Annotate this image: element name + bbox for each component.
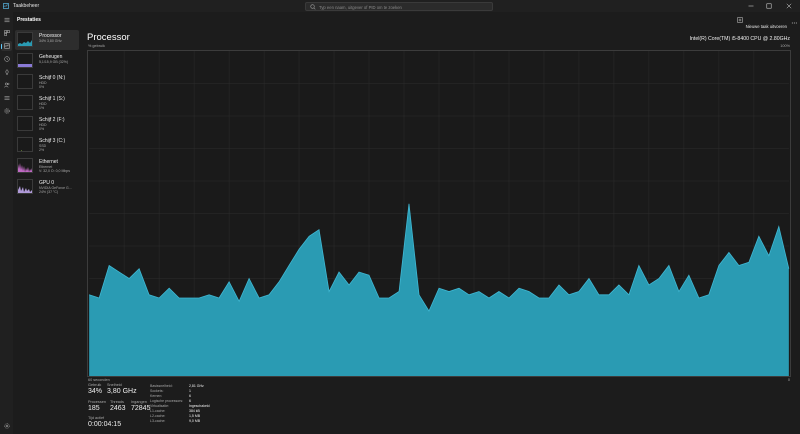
processes-value: 185 [88, 404, 100, 412]
perf-item-detail: 1% [39, 106, 45, 110]
detail-value: 9,0 MB [189, 419, 201, 423]
chart-y-label: % gebruik [88, 44, 105, 48]
thumbnail-graph [18, 117, 33, 131]
uptime-value: 0:00:04:15 [88, 420, 122, 428]
perf-item-detail: 24% (37 °C) [39, 190, 59, 194]
nav-details[interactable] [1, 93, 12, 103]
threads-value: 2463 [110, 404, 126, 412]
performance-list: Processor 34% 3,80 GHz Geheugen 5,1/15,9 GB… [13, 28, 81, 434]
perf-item[interactable]: Ethernet Ethernet V: 32,0 O: 0,0 Mbps [15, 156, 79, 176]
perf-item-thumbnail [17, 158, 33, 173]
perf-item-detail: 0% [39, 85, 45, 89]
perf-item-thumbnail [17, 74, 33, 89]
perf-item[interactable]: Geheugen 5,1/15,9 GB (32%) [15, 51, 79, 71]
threads-stat: Threads 2463 [110, 400, 126, 412]
page-title: Prestaties [17, 17, 41, 23]
search-input[interactable]: Typ een naam, uitgever of PID om te zoek… [319, 5, 402, 10]
perf-item-detail: 34% 3,80 GHz [39, 39, 62, 43]
detail-title: Processor [87, 32, 130, 43]
cpu-usage-chart [87, 50, 791, 377]
details-icon [4, 96, 9, 100]
nav-processes[interactable] [1, 28, 12, 38]
minimize-icon [748, 5, 754, 7]
navigation-rail [0, 12, 13, 434]
nav-menu-button[interactable] [1, 15, 12, 25]
chart-x-start-label: 60 seconden [88, 378, 110, 382]
run-new-task-button[interactable]: Nieuwe taak uitvoeren [735, 15, 790, 29]
thumbnail-graph [18, 96, 33, 110]
perf-item[interactable]: Schijf 0 (N:) HDD 0% [15, 72, 79, 92]
users-icon [3, 82, 9, 88]
processes-stat: Processen 185 [88, 400, 106, 412]
nav-settings[interactable] [1, 421, 12, 431]
chart-x-end-label: 0 [787, 378, 790, 382]
detail-value: 2,81 GHz [189, 384, 204, 388]
perf-item-thumbnail [17, 53, 33, 68]
uptime-label: Tijd actief [88, 416, 105, 420]
maximize-icon [766, 3, 772, 9]
minimize-button[interactable] [744, 0, 758, 12]
perf-item[interactable]: Schijf 1 (S:) HDD 1% [15, 93, 79, 113]
menu-icon [4, 17, 9, 23]
thumbnail-graph [18, 163, 32, 172]
perf-item[interactable]: GPU 0 NVIDIA GeForce G... 24% (37 °C) [15, 177, 79, 197]
services-icon [3, 108, 10, 114]
app-history-icon [3, 56, 10, 62]
startup-apps-icon [5, 69, 8, 75]
nav-startup-apps[interactable] [1, 67, 12, 77]
close-button[interactable] [782, 0, 796, 12]
search-icon [310, 4, 316, 10]
speed-stat: Snelheid 3,80 GHz [107, 383, 137, 395]
perf-item-thumbnail [17, 137, 33, 152]
uptime-stat: Tijd actief 0:00:04:15 [88, 416, 121, 428]
thumbnail-graph [18, 75, 33, 89]
processor-detail-pane: Processor % gebruik Intel(R) Core(TM) i5… [81, 28, 800, 434]
perf-item-thumbnail [17, 32, 33, 47]
handles-label: Ingangen [131, 400, 147, 404]
perf-item-detail: V: 32,0 O: 0,0 Mbps [39, 169, 70, 173]
speed-value: 3,80 GHz [107, 387, 137, 395]
nav-users[interactable] [1, 80, 12, 90]
perf-item-thumbnail [17, 95, 33, 110]
perf-item[interactable]: Schijf 3 (C:) SSD 2% [15, 135, 79, 155]
perf-item-detail: 5,1/15,9 GB (32%) [39, 60, 68, 64]
usage-label: Gebruik [88, 383, 102, 387]
title-bar: Taakbeheer Typ een naam, uitgever of PID… [0, 0, 800, 12]
more-options-button[interactable] [791, 15, 798, 25]
perf-item-thumbnail [17, 116, 33, 131]
nav-services[interactable] [1, 106, 12, 116]
close-icon [786, 3, 792, 9]
run-task-icon [736, 17, 743, 23]
threads-label: Threads [110, 400, 124, 404]
thumbnail-graph [18, 64, 32, 67]
cpu-model-name: Intel(R) Core(TM) i5-8400 CPU @ 2.80GHz [689, 36, 790, 42]
processes-label: Processen [88, 400, 106, 404]
perf-item-detail: 2% [39, 148, 45, 152]
nav-performance[interactable] [1, 41, 12, 51]
thumbnail-graph [18, 40, 32, 46]
window-title: Taakbeheer [13, 2, 40, 9]
processes-icon [3, 30, 10, 36]
perf-item[interactable]: Schijf 2 (F:) HDD 0% [15, 114, 79, 134]
handles-value: 72845 [131, 404, 151, 412]
thumbnail-graph [21, 150, 22, 151]
chart-y-max-label: 100% [780, 44, 790, 48]
task-manager-app-icon [3, 3, 9, 9]
performance-icon [3, 43, 10, 49]
maximize-button[interactable] [762, 0, 776, 12]
gear-icon [3, 423, 10, 429]
perf-item[interactable]: Processor 34% 3,80 GHz [15, 30, 79, 50]
thumbnail-graph [18, 186, 32, 193]
page-header: Prestaties Nieuwe taak uitvoeren [13, 12, 800, 29]
perf-item-detail: 0% [39, 127, 45, 131]
more-options-icon [791, 22, 797, 24]
speed-label: Snelheid [107, 383, 122, 387]
detail-label: L3-cache: [150, 419, 166, 423]
handles-stat: Ingangen 72845 [131, 400, 150, 412]
usage-stat: Gebruik 34% [88, 383, 102, 395]
nav-app-history[interactable] [1, 54, 12, 64]
usage-value: 34% [88, 387, 103, 395]
search-box[interactable]: Typ een naam, uitgever of PID om te zoek… [305, 1, 493, 11]
perf-item-thumbnail [17, 179, 33, 194]
